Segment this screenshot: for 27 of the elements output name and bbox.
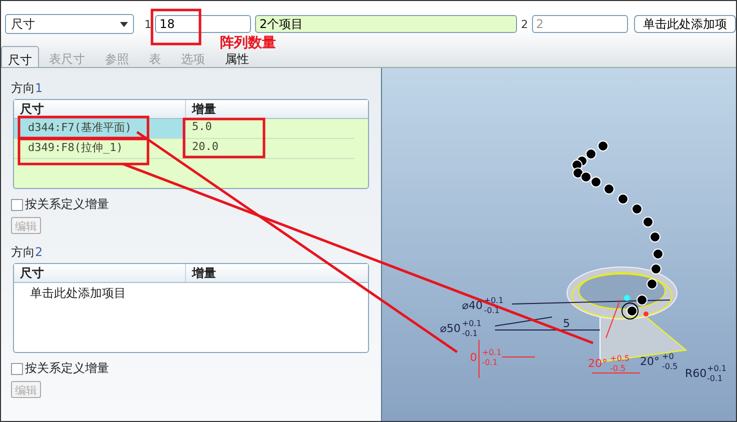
tab[interactable]: 尺寸: [1, 46, 39, 67]
section-title: 方向 1: [11, 80, 43, 97]
table-cell[interactable]: d349:F8(拉伸_1): [14, 139, 186, 158]
table-cell-text: 5.0: [191, 119, 213, 135]
count-field[interactable]: 2: [532, 15, 628, 33]
checkbox-label: 按关系定义增量: [25, 360, 109, 377]
annotation-box: [150, 8, 202, 46]
items-field[interactable]: 2个项目: [255, 15, 517, 33]
count-label: 2: [521, 18, 528, 30]
annotation-label: 阵列数量: [220, 35, 276, 51]
checkbox-label: 按关系定义增量: [25, 196, 109, 213]
type-dropdown[interactable]: 尺寸: [5, 14, 134, 34]
checkbox[interactable]: [11, 362, 23, 374]
add-item-row[interactable]: 单击此处添加项目: [14, 283, 142, 304]
column-header: 尺寸: [14, 100, 186, 118]
column-header: 增量: [190, 265, 217, 282]
section-title: 方向 2: [11, 244, 43, 261]
count-label: 1: [144, 18, 152, 30]
add-item-button[interactable]: 单击此处添加项: [634, 15, 736, 33]
checkbox[interactable]: [11, 198, 23, 210]
dropdown-caret-icon: [120, 22, 128, 26]
table-cell-text: 20.0: [191, 139, 220, 155]
column-header: 尺寸: [14, 264, 186, 282]
count-field[interactable]: 18: [155, 15, 252, 33]
table-cell[interactable]: d344:F7(基准平面): [14, 119, 186, 138]
dimension-label: 5: [563, 317, 570, 330]
column-header: 增量: [190, 101, 217, 118]
